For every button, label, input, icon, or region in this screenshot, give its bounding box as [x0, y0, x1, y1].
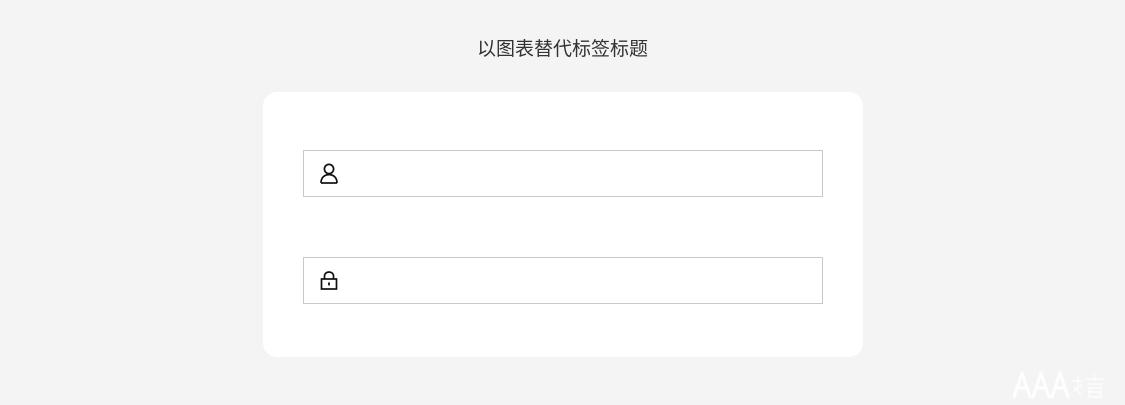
- user-icon: [318, 162, 340, 184]
- page-title: 以图表替代标签标题: [476, 38, 648, 60]
- login-card: [263, 92, 863, 357]
- password-input[interactable]: [352, 258, 812, 303]
- password-field[interactable]: [303, 257, 823, 304]
- watermark-logo: [1011, 367, 1107, 401]
- username-input[interactable]: [352, 151, 812, 196]
- lock-icon: [318, 269, 340, 291]
- username-field[interactable]: [303, 150, 823, 197]
